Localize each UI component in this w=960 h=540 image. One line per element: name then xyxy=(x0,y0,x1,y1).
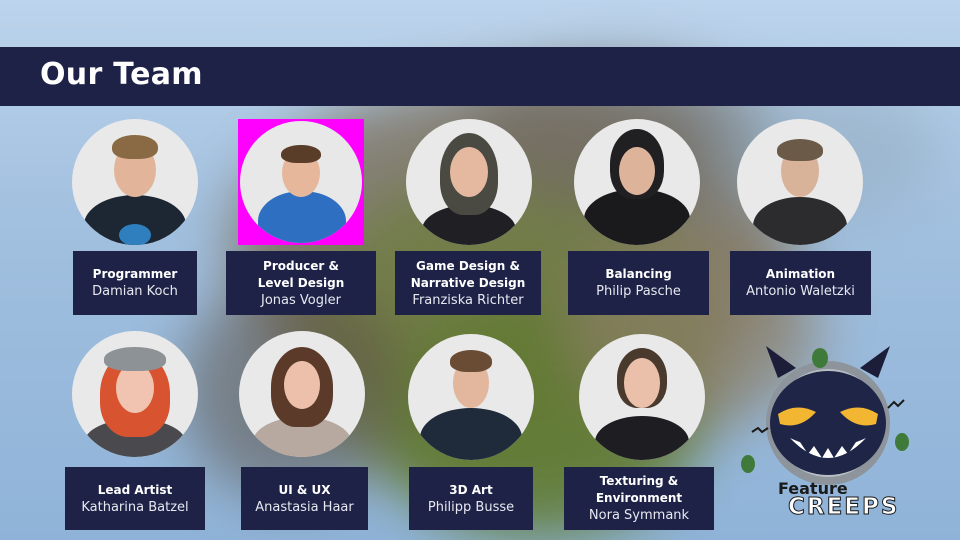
member-caption: Animation Antonio Waletzki xyxy=(730,251,871,315)
member-caption: 3D Art Philipp Busse xyxy=(409,467,533,530)
title-bar: Our Team xyxy=(0,47,960,106)
member-role: Programmer xyxy=(92,267,178,281)
member-name: Philipp Busse xyxy=(427,499,515,515)
member-caption: UI & UX Anastasia Haar xyxy=(241,467,368,530)
slide-title: Our Team xyxy=(40,57,203,92)
member-role: Texturing & Environment xyxy=(595,474,683,505)
logo-wordmark: Feature CREEPS xyxy=(778,481,928,520)
member-name: Katharina Batzel xyxy=(81,499,189,515)
member-caption: Texturing & Environment Nora Symmank xyxy=(564,467,714,530)
member-name: Franziska Richter xyxy=(412,292,524,308)
member-role: UI & UX xyxy=(278,482,331,497)
member-photo xyxy=(579,334,705,460)
member-photo xyxy=(72,331,198,457)
member-caption: Game Design & Narrative Design Franziska… xyxy=(395,251,541,315)
feature-creeps-logo: Feature CREEPS xyxy=(738,338,918,523)
member-role: Lead Artist xyxy=(97,482,173,497)
member-role: Balancing xyxy=(605,267,672,281)
member-role: 3D Art xyxy=(449,482,493,497)
member-role: Producer & Level Design xyxy=(257,258,345,290)
creep-monster-icon xyxy=(741,346,909,485)
member-photo xyxy=(574,119,700,245)
member-role: Animation xyxy=(765,267,836,281)
member-caption: Producer & Level Design Jonas Vogler xyxy=(226,251,376,315)
member-caption: Programmer Damian Koch xyxy=(73,251,197,315)
member-photo xyxy=(239,331,365,457)
member-photo xyxy=(408,334,534,460)
member-photo xyxy=(737,119,863,245)
member-name: Anastasia Haar xyxy=(255,499,354,515)
member-name: Jonas Vogler xyxy=(261,292,341,308)
member-role: Game Design & Narrative Design xyxy=(410,258,526,290)
member-name: Nora Symmank xyxy=(588,508,690,523)
member-caption: Lead Artist Katharina Batzel xyxy=(65,467,205,530)
member-name: Philip Pasche xyxy=(596,284,681,299)
member-photo xyxy=(72,119,198,245)
member-caption: Balancing Philip Pasche xyxy=(568,251,709,315)
member-photo xyxy=(238,119,364,245)
member-photo xyxy=(406,119,532,245)
logo-line-2: CREEPS xyxy=(788,494,900,520)
member-name: Antonio Waletzki xyxy=(746,284,855,299)
member-name: Damian Koch xyxy=(92,284,178,299)
